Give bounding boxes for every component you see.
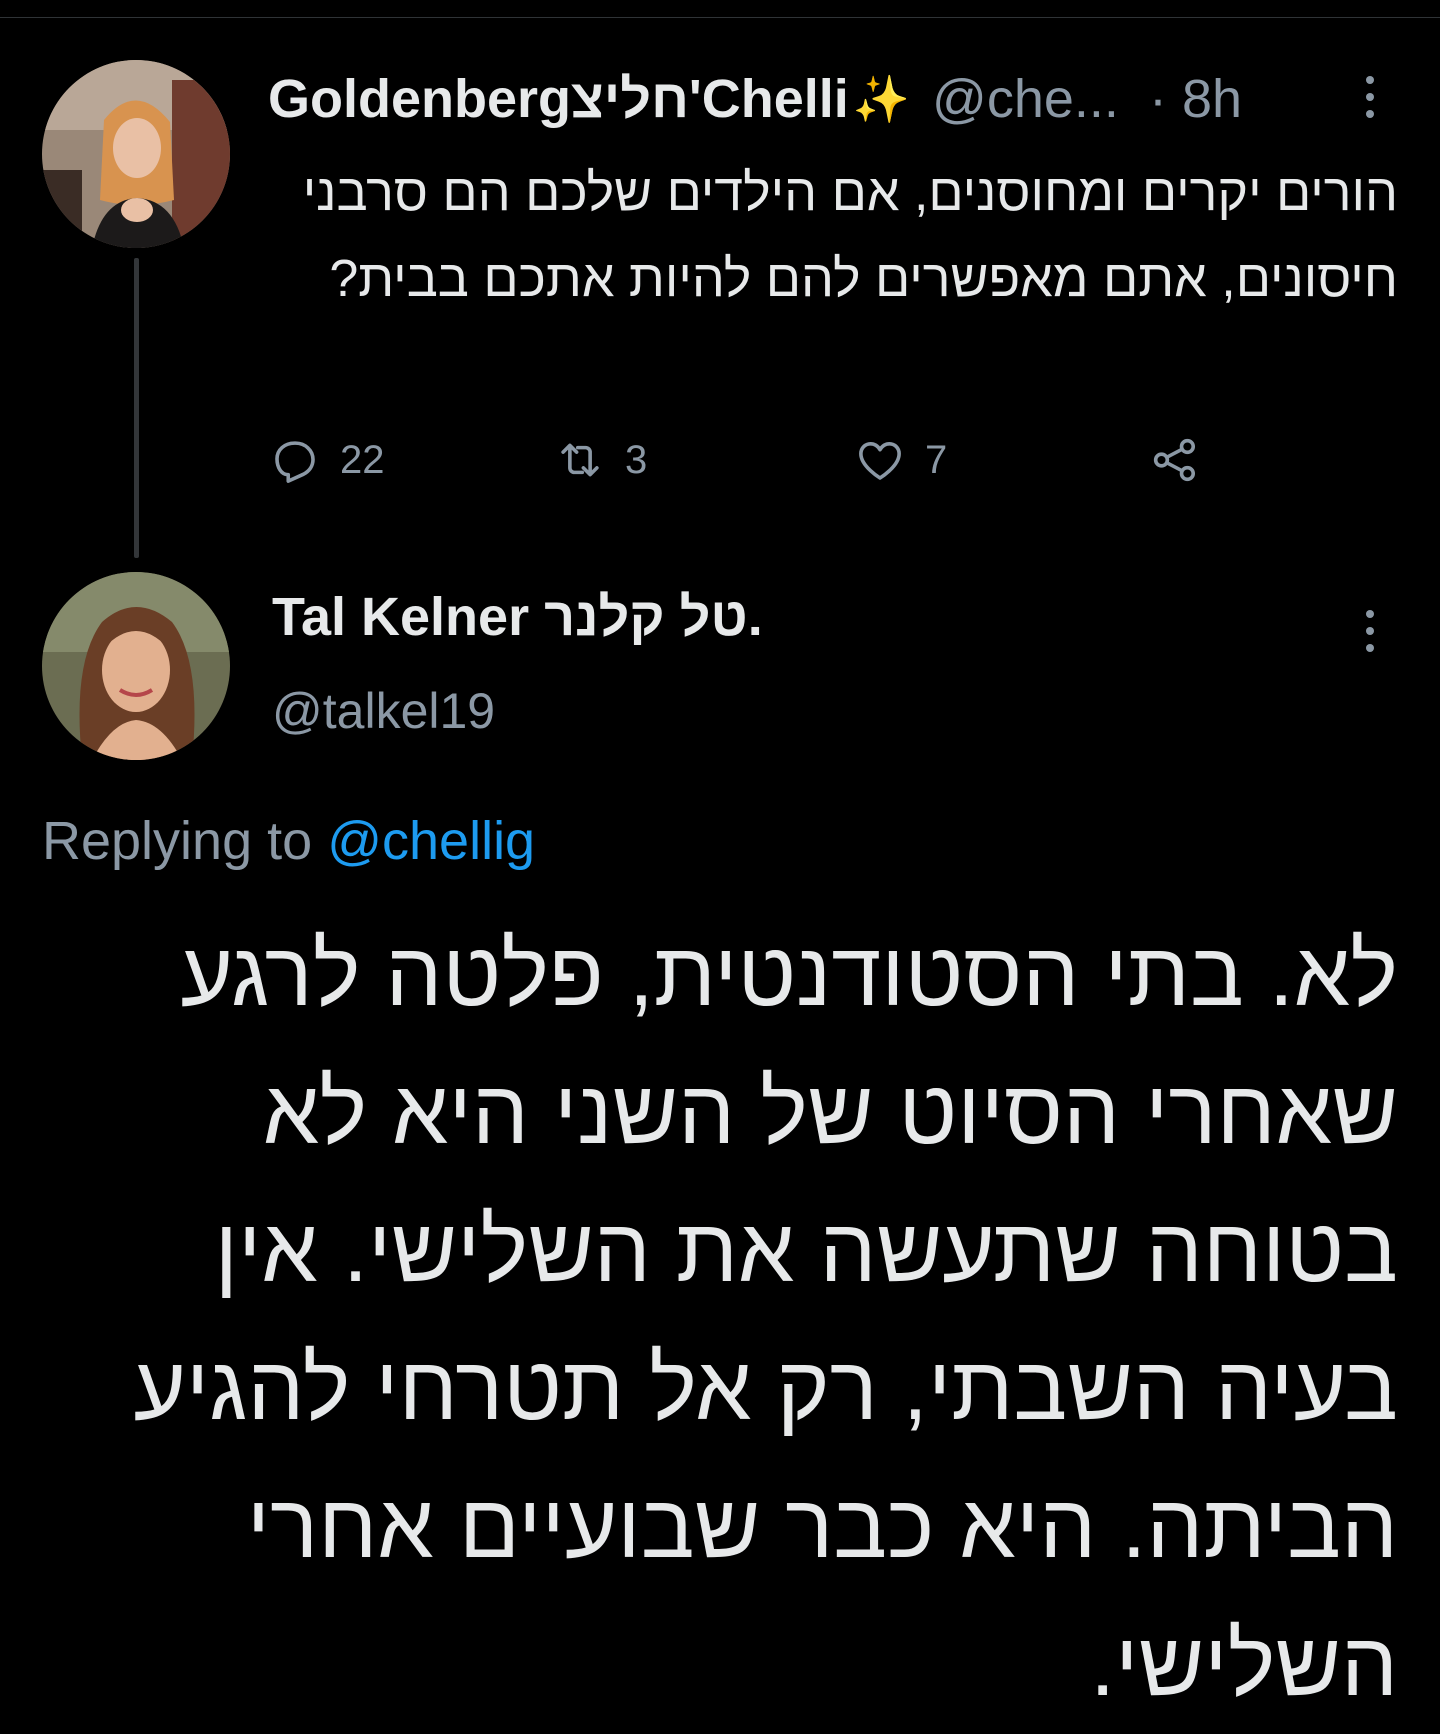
tweet-header: Goldenbergחליצ'Chelli ✨ @che... · 8h — [268, 64, 1242, 134]
profile-photo-tal — [42, 572, 230, 760]
share-icon — [1153, 438, 1196, 482]
more-options-icon[interactable] — [1360, 610, 1380, 652]
profile-photo-chelli — [42, 60, 230, 248]
replying-to-mention[interactable]: @chellig — [327, 811, 535, 871]
reply-icon — [275, 441, 315, 483]
reply-button[interactable]: 22 — [268, 425, 385, 495]
replying-to-label: Replying to — [42, 811, 313, 871]
like-button[interactable]: 7 — [853, 425, 947, 495]
dot-separator: · — [1148, 69, 1167, 129]
reply-author-name[interactable]: Tal Kelner טל קלנר. — [272, 586, 763, 648]
heart-icon — [859, 442, 901, 480]
more-options-icon[interactable] — [1360, 76, 1380, 118]
retweet-icon — [561, 443, 599, 477]
replying-to: Replying to @chellig — [42, 810, 535, 872]
tweet-timestamp[interactable]: · 8h — [1149, 68, 1242, 130]
author-handle[interactable]: @che... — [932, 68, 1119, 130]
author-name[interactable]: Goldenbergחליצ'Chelli — [268, 68, 849, 130]
reply-text: לא. בתי הסטודנטית, פלטה לרגע שאחרי הסיוט… — [133, 925, 1398, 1715]
thread-connector-line — [134, 258, 139, 558]
avatar[interactable] — [42, 60, 230, 248]
top-divider — [0, 0, 1440, 18]
tweet-actions: 22 3 7 — [268, 425, 1268, 495]
like-count: 7 — [925, 437, 948, 482]
reply-count: 22 — [340, 437, 385, 482]
avatar[interactable] — [42, 572, 230, 760]
time-label: 8h — [1181, 69, 1243, 129]
tweet-text: הורים יקרים ומחוסנים, אם הילדים שלכם הם … — [302, 164, 1398, 308]
retweet-button[interactable]: 3 — [553, 425, 647, 495]
sparkles-icon: ✨ — [852, 72, 911, 125]
retweet-count: 3 — [625, 437, 648, 482]
share-button[interactable] — [1148, 425, 1202, 495]
reply-author-handle[interactable]: @talkel19 — [272, 682, 495, 740]
